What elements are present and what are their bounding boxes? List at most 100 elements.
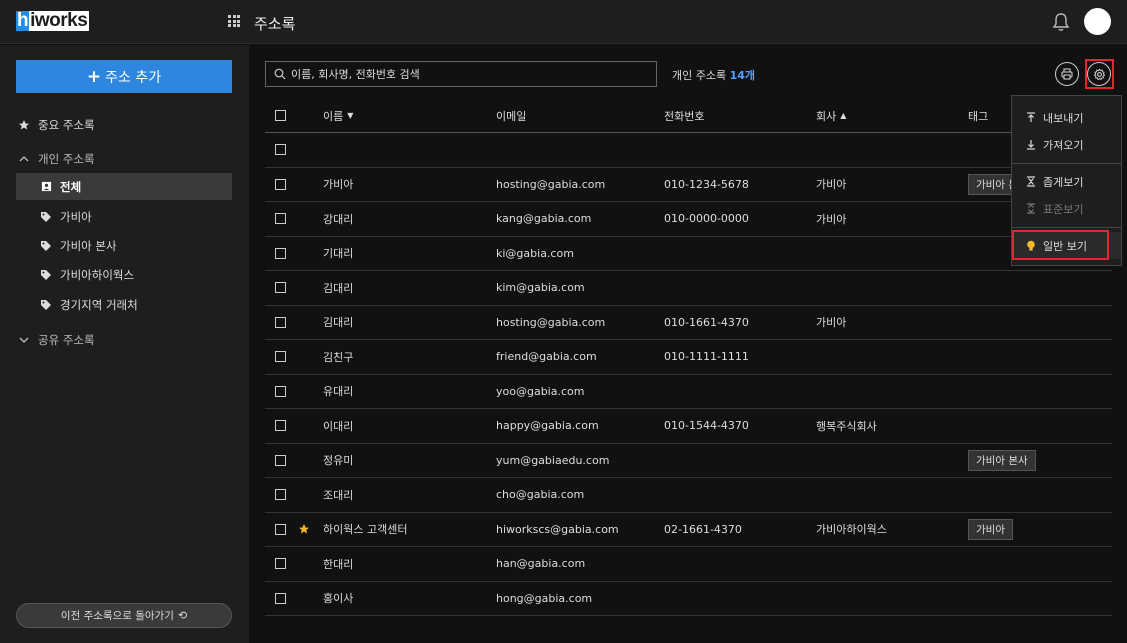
cell-name[interactable]: 김대리 [323, 306, 353, 340]
settings-button[interactable] [1087, 62, 1111, 86]
table-row[interactable]: 유대리 yoo@gabia.com [265, 375, 1112, 409]
sidebar-item-all[interactable]: 전체 [16, 173, 232, 200]
row-checkbox[interactable] [275, 351, 286, 363]
sidebar-item-gabia-hiworks[interactable]: 가비아하이웍스 [16, 261, 232, 288]
cell-name[interactable]: 김친구 [323, 340, 353, 374]
row-checkbox[interactable] [275, 178, 286, 190]
row-checkbox[interactable] [275, 454, 286, 466]
cell-phone: 010-1661-4370 [664, 315, 749, 329]
star-icon [16, 119, 32, 131]
cell-name[interactable]: 강대리 [323, 202, 353, 236]
column-header-phone[interactable]: 전화번호 [664, 99, 704, 132]
apps-grid-icon[interactable] [228, 15, 240, 27]
cell-company: 행복주식회사 [816, 419, 877, 433]
plus-icon: + [86, 66, 102, 87]
tag-badge[interactable]: 가비아 [968, 518, 1013, 540]
column-header-name[interactable]: 이름 ▼ [323, 99, 353, 132]
cell-email[interactable]: kim@gabia.com [496, 271, 585, 305]
tag-badge[interactable]: 가비아 본사 [968, 449, 1036, 471]
cell-name[interactable]: 김대리 [323, 271, 353, 305]
row-checkbox[interactable] [275, 316, 286, 328]
table-row[interactable]: 가비아 hosting@gabia.com 010-1234-5678 가비아 가비아 … [265, 168, 1112, 202]
select-all-checkbox[interactable] [275, 110, 286, 121]
row-checkbox[interactable] [275, 523, 286, 535]
cell-phone: 02-1661-4370 [664, 522, 742, 536]
table-row[interactable]: 김친구 friend@gabia.com 010-1111-1111 [265, 340, 1112, 375]
favorite-star-icon[interactable] [298, 513, 310, 547]
avatar[interactable] [1084, 8, 1111, 35]
table-row[interactable]: 김대리 kim@gabia.com [265, 271, 1112, 306]
row-checkbox[interactable] [275, 282, 286, 294]
cell-email[interactable]: ki@gabia.com [496, 237, 574, 271]
row-checkbox[interactable] [275, 213, 286, 225]
standard-view-icon [1025, 203, 1037, 214]
row-checkbox[interactable] [275, 592, 286, 604]
back-to-previous-button[interactable]: 이전 주소록으로 돌아가기 ⟲ [16, 603, 232, 628]
sidebar: + 주소 추가 중요 주소록 개인 주소록 전체 가비아 가비아 본사 가비아하… [0, 45, 249, 643]
contact-count: 개인 주소록 14개 [672, 69, 756, 82]
menu-item-import[interactable]: 가져오기 [1012, 131, 1121, 158]
table-row[interactable]: 하이웍스 고객센터 hiworkscs@gabia.com 02-1661-4370… [265, 513, 1112, 547]
cell-phone: 010-1111-1111 [664, 350, 749, 364]
cell-name[interactable]: 한대리 [323, 547, 353, 581]
hiworks-logo[interactable]: h iworks [16, 11, 90, 31]
cell-email[interactable]: yum@gabiaedu.com [496, 444, 609, 478]
sidebar-section-shared[interactable]: 공유 주소록 [16, 326, 232, 353]
table-row[interactable]: 정유미 yum@gabiaedu.com 가비아 본사 [265, 444, 1112, 478]
sidebar-item-gabia[interactable]: 가비아 [16, 203, 232, 230]
cell-email[interactable]: happy@gabia.com [496, 409, 599, 443]
search-input[interactable] [291, 67, 651, 81]
cell-email[interactable]: hiworkscs@gabia.com [496, 513, 619, 547]
row-checkbox[interactable] [275, 247, 286, 259]
cell-email[interactable]: cho@gabia.com [496, 478, 584, 512]
table-row[interactable]: 김대리 hosting@gabia.com 010-1661-4370 가비아 [265, 306, 1112, 340]
contact-card-icon [38, 181, 54, 192]
row-checkbox[interactable] [275, 144, 286, 156]
top-bar: h iworks 주소록 [0, 0, 1127, 44]
menu-item-standard-view[interactable]: 표준보기 [1012, 195, 1121, 222]
cell-name[interactable]: 조대리 [323, 478, 353, 512]
sidebar-item-gabia-hq[interactable]: 가비아 본사 [16, 232, 232, 259]
table-row[interactable]: 조대리 cho@gabia.com [265, 478, 1112, 513]
table-row[interactable]: 이대리 happy@gabia.com 010-1544-4370 행복주식회사 [265, 409, 1112, 444]
bell-icon[interactable] [1052, 12, 1070, 32]
table-row[interactable]: 기대리 ki@gabia.com [265, 237, 1112, 271]
tag-icon [38, 211, 54, 223]
row-checkbox[interactable] [275, 489, 286, 501]
sidebar-item-favorites[interactable]: 중요 주소록 [16, 111, 232, 138]
cell-email[interactable]: han@gabia.com [496, 547, 585, 581]
add-contact-button[interactable]: + 주소 추가 [16, 60, 232, 93]
column-header-tag[interactable]: 태그 [968, 99, 988, 132]
sidebar-section-personal[interactable]: 개인 주소록 [16, 145, 232, 172]
cell-email[interactable]: friend@gabia.com [496, 340, 597, 374]
row-checkbox[interactable] [275, 558, 286, 570]
sidebar-item-gyeonggi-clients[interactable]: 경기지역 거래처 [16, 291, 232, 318]
print-button[interactable] [1055, 62, 1079, 86]
cell-name[interactable]: 가비아 [323, 168, 353, 202]
cell-email[interactable]: yoo@gabia.com [496, 375, 584, 409]
search-box[interactable] [265, 61, 657, 87]
column-header-email[interactable]: 이메일 [496, 99, 526, 132]
table-row[interactable]: 한대리 han@gabia.com [265, 547, 1112, 582]
cell-name[interactable]: 하이웍스 고객센터 [323, 513, 407, 547]
cell-email[interactable]: hosting@gabia.com [496, 306, 605, 340]
menu-item-compact-view[interactable]: 좁게보기 [1012, 168, 1121, 195]
menu-item-export[interactable]: 내보내기 [1012, 104, 1121, 131]
cell-name[interactable]: 유대리 [323, 375, 353, 409]
compact-view-icon [1025, 176, 1037, 187]
cell-name[interactable]: 기대리 [323, 237, 353, 271]
cell-email[interactable]: hong@gabia.com [496, 582, 592, 616]
cell-name[interactable]: 홍이사 [323, 582, 353, 616]
column-header-company[interactable]: 회사 ▲ [816, 99, 846, 132]
cell-email[interactable]: kang@gabia.com [496, 202, 591, 236]
cell-name[interactable]: 이대리 [323, 409, 353, 443]
row-checkbox[interactable] [275, 385, 286, 397]
table-row[interactable] [265, 133, 1112, 168]
cell-name[interactable]: 정유미 [323, 444, 353, 478]
row-checkbox[interactable] [275, 420, 286, 432]
table-row[interactable]: 강대리 kang@gabia.com 010-0000-0000 가비아 [265, 202, 1112, 237]
cell-email[interactable]: hosting@gabia.com [496, 168, 605, 202]
chevron-down-icon [16, 336, 32, 344]
table-row[interactable]: 홍이사 hong@gabia.com [265, 582, 1112, 616]
printer-icon [1061, 68, 1073, 80]
